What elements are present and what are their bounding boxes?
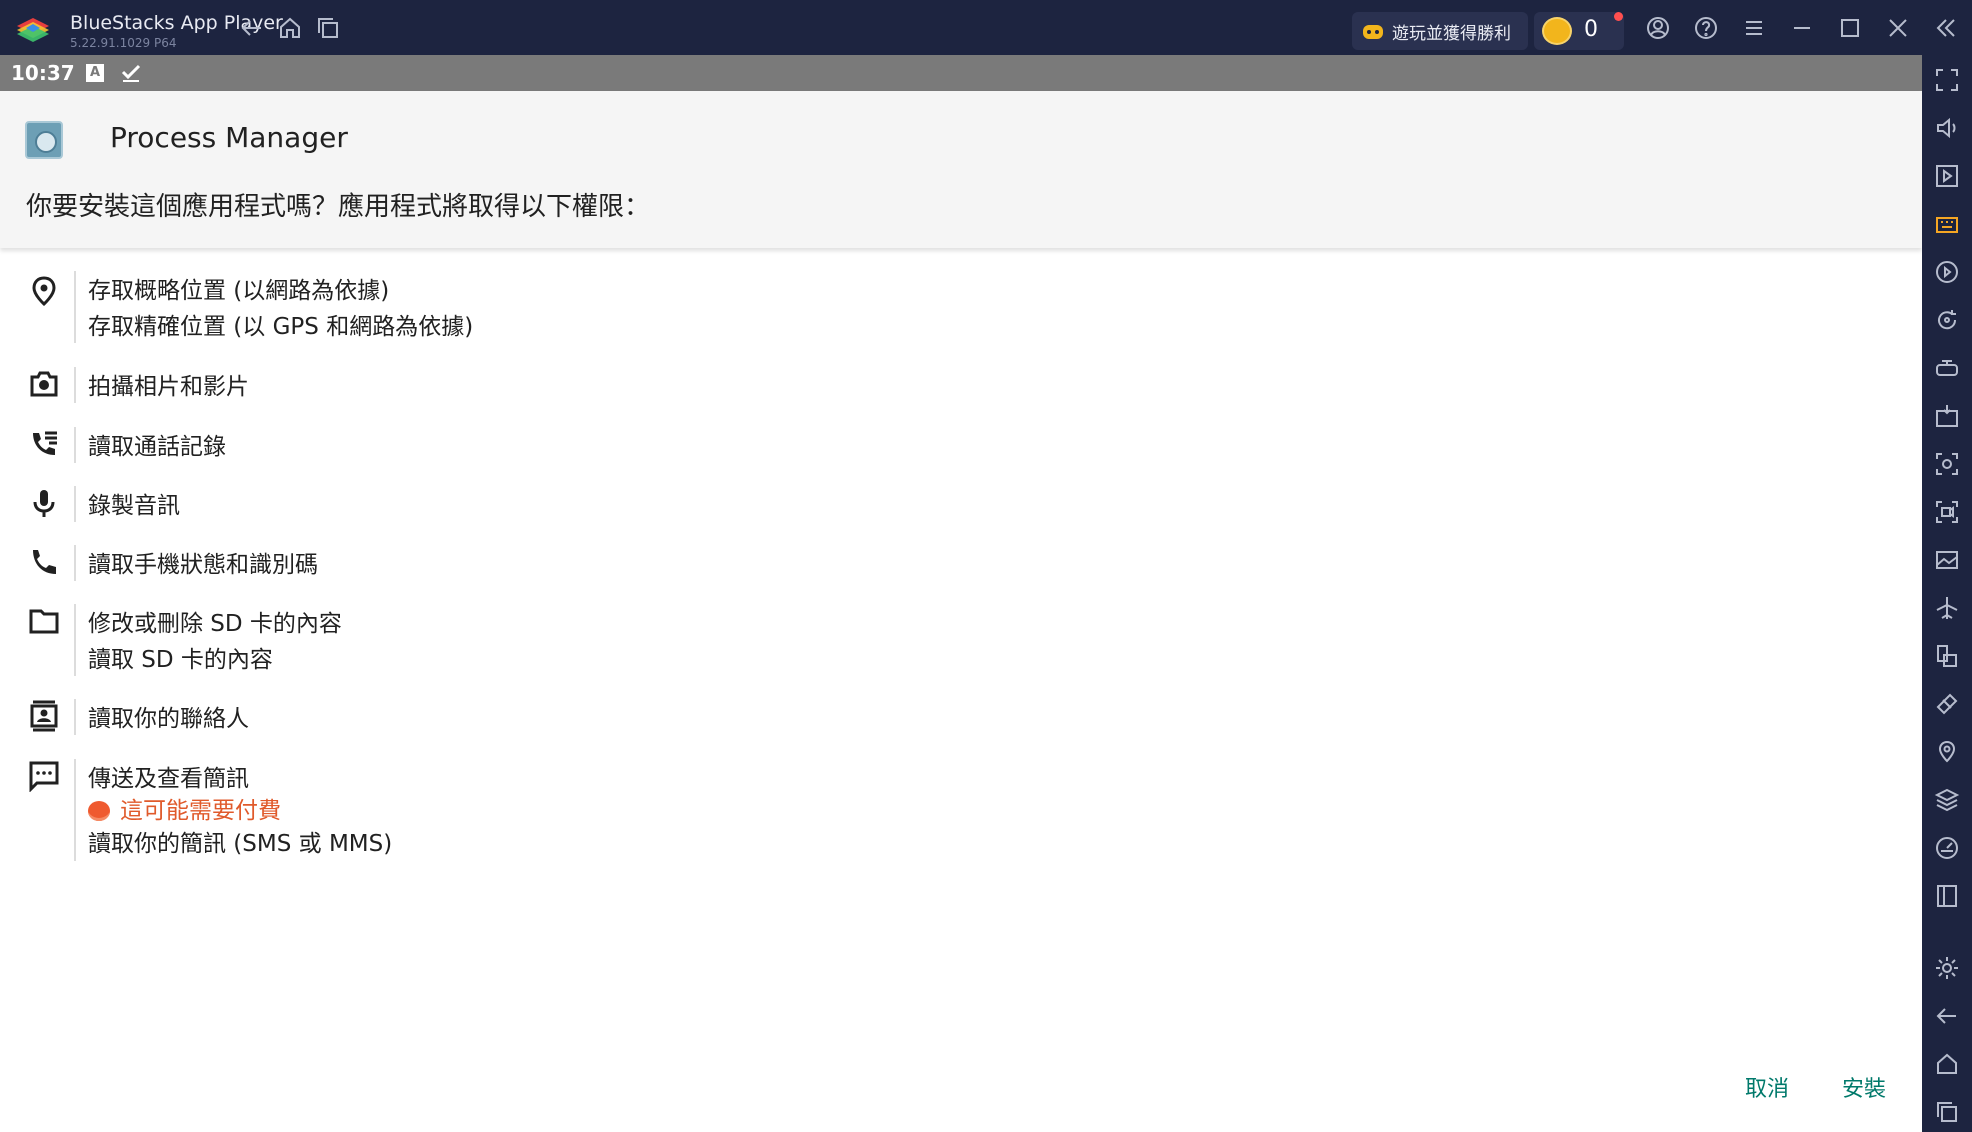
layers-icon[interactable] xyxy=(1934,787,1960,813)
home-icon[interactable] xyxy=(276,14,304,42)
menu-icon[interactable] xyxy=(1740,14,1768,42)
title-bar: BlueStacks App Player 5.22.91.1029 P64 遊… xyxy=(0,0,1972,55)
back-arrow-icon[interactable] xyxy=(238,14,266,42)
microphone-icon xyxy=(28,487,60,519)
permission-item-phone: 讀取手機狀態和識別碼 xyxy=(0,545,1922,585)
permission-divider xyxy=(74,367,76,403)
volume-icon[interactable] xyxy=(1934,115,1960,141)
bluestacks-logo-icon xyxy=(17,18,49,42)
permission-item-call-log: 讀取通話記錄 xyxy=(0,427,1922,467)
permission-text: 讀取你的簡訊 (SMS 或 MMS) xyxy=(88,831,393,857)
permission-text: 存取精確位置 (以 GPS 和網路為依據) xyxy=(88,314,474,340)
permission-item-sms: 傳送及查看簡訊 這可能需要付費 讀取你的簡訊 (SMS 或 MMS) xyxy=(0,759,1922,861)
screen-record-icon[interactable] xyxy=(1934,499,1960,525)
permission-text: 拍攝相片和影片 xyxy=(88,374,249,400)
account-icon[interactable] xyxy=(1644,14,1672,42)
minimize-icon[interactable] xyxy=(1788,14,1816,42)
install-apk-icon[interactable] xyxy=(1934,403,1960,429)
folder-icon xyxy=(28,605,60,637)
sidebar-toggle-icon[interactable] xyxy=(1934,883,1960,909)
dialog-header: Process Manager 你要安裝這個應用程式嗎？應用程式將取得以下權限： xyxy=(0,91,1922,248)
help-icon[interactable] xyxy=(1692,14,1720,42)
permission-item-location: 存取概略位置 (以網路為依據) 存取精確位置 (以 GPS 和網路為依據) xyxy=(0,271,1922,343)
permission-text: 讀取 SD 卡的內容 xyxy=(88,647,273,673)
play-and-win-button[interactable]: 遊玩並獲得勝利 xyxy=(1352,12,1528,50)
contacts-icon xyxy=(28,700,60,732)
play-and-win-label: 遊玩並獲得勝利 xyxy=(1392,23,1511,44)
permission-divider xyxy=(74,427,76,463)
install-question: 你要安裝這個應用程式嗎？應用程式將取得以下權限： xyxy=(26,192,651,222)
screenshot-icon[interactable] xyxy=(1934,451,1960,477)
call-log-icon xyxy=(28,428,60,460)
permission-item-camera: 拍攝相片和影片 xyxy=(0,367,1922,407)
phone-icon xyxy=(28,546,60,578)
game-controls-icon[interactable] xyxy=(1934,355,1960,381)
permission-item-contacts: 讀取你的聯絡人 xyxy=(0,699,1922,739)
permission-divider xyxy=(74,604,76,676)
app-version: 5.22.91.1029 P64 xyxy=(70,36,177,50)
permission-divider xyxy=(74,759,76,861)
sync-icon[interactable] xyxy=(1934,307,1960,333)
coin-count: 0 xyxy=(1584,17,1598,42)
check-notification-icon xyxy=(121,64,141,82)
recent-apps-icon[interactable] xyxy=(314,14,342,42)
permission-text: 讀取通話記錄 xyxy=(88,434,226,460)
install-dialog: Process Manager 你要安裝這個應用程式嗎？應用程式將取得以下權限：… xyxy=(0,91,1922,1132)
camera-icon xyxy=(28,368,60,400)
right-toolbar xyxy=(1922,55,1972,1132)
coin-icon xyxy=(1542,17,1572,45)
permission-text: 傳送及查看簡訊 xyxy=(88,766,249,792)
a-notification-icon: A xyxy=(86,64,104,82)
notification-dot xyxy=(1614,12,1623,21)
location-pin-icon xyxy=(28,275,60,307)
install-button[interactable]: 安裝 xyxy=(1842,1071,1886,1103)
permission-text: 修改或刪除 SD 卡的內容 xyxy=(88,611,342,637)
process-manager-app-icon xyxy=(25,121,63,159)
fullscreen-icon[interactable] xyxy=(1934,67,1960,93)
multi-instance-icon[interactable] xyxy=(1934,643,1960,669)
settings-icon[interactable] xyxy=(1934,955,1960,981)
sms-icon xyxy=(28,760,60,793)
airplane-mode-icon[interactable] xyxy=(1934,595,1960,621)
permission-text: 讀取手機狀態和識別碼 xyxy=(88,552,318,578)
permission-divider xyxy=(74,545,76,581)
close-icon[interactable] xyxy=(1884,14,1912,42)
permission-divider xyxy=(74,699,76,735)
coin-balance-button[interactable]: 0 xyxy=(1534,12,1624,50)
permission-text: 存取概略位置 (以網路為依據) xyxy=(88,278,390,304)
cancel-button[interactable]: 取消 xyxy=(1745,1071,1789,1103)
maximize-icon[interactable] xyxy=(1836,14,1864,42)
media-player-icon[interactable] xyxy=(1934,163,1960,189)
permission-item-microphone: 錄製音訊 xyxy=(0,486,1922,526)
permission-text: 讀取你的聯絡人 xyxy=(88,706,249,732)
location-icon[interactable] xyxy=(1934,739,1960,765)
android-home-icon[interactable] xyxy=(1934,1051,1960,1077)
android-recents-icon[interactable] xyxy=(1934,1099,1960,1125)
keyboard-controls-icon[interactable] xyxy=(1934,211,1960,237)
android-status-bar: 10:37 A xyxy=(0,55,1922,91)
performance-icon[interactable] xyxy=(1934,835,1960,861)
status-time: 10:37 xyxy=(11,61,75,85)
permission-item-storage: 修改或刪除 SD 卡的內容 讀取 SD 卡的內容 xyxy=(0,604,1922,676)
macro-recorder-icon[interactable] xyxy=(1934,259,1960,285)
cost-icon xyxy=(88,801,110,821)
permission-text: 錄製音訊 xyxy=(88,493,180,519)
android-back-icon[interactable] xyxy=(1934,1003,1960,1029)
permission-divider xyxy=(74,271,76,343)
paid-warning-text: 這可能需要付費 xyxy=(120,798,281,824)
eco-mode-icon[interactable] xyxy=(1934,691,1960,717)
media-manager-icon[interactable] xyxy=(1934,547,1960,573)
permission-divider xyxy=(74,486,76,522)
collapse-sidebar-icon[interactable] xyxy=(1932,14,1960,42)
paid-warning: 這可能需要付費 xyxy=(88,791,281,825)
app-title: Process Manager xyxy=(110,121,348,154)
gamepad-icon xyxy=(1363,25,1383,39)
